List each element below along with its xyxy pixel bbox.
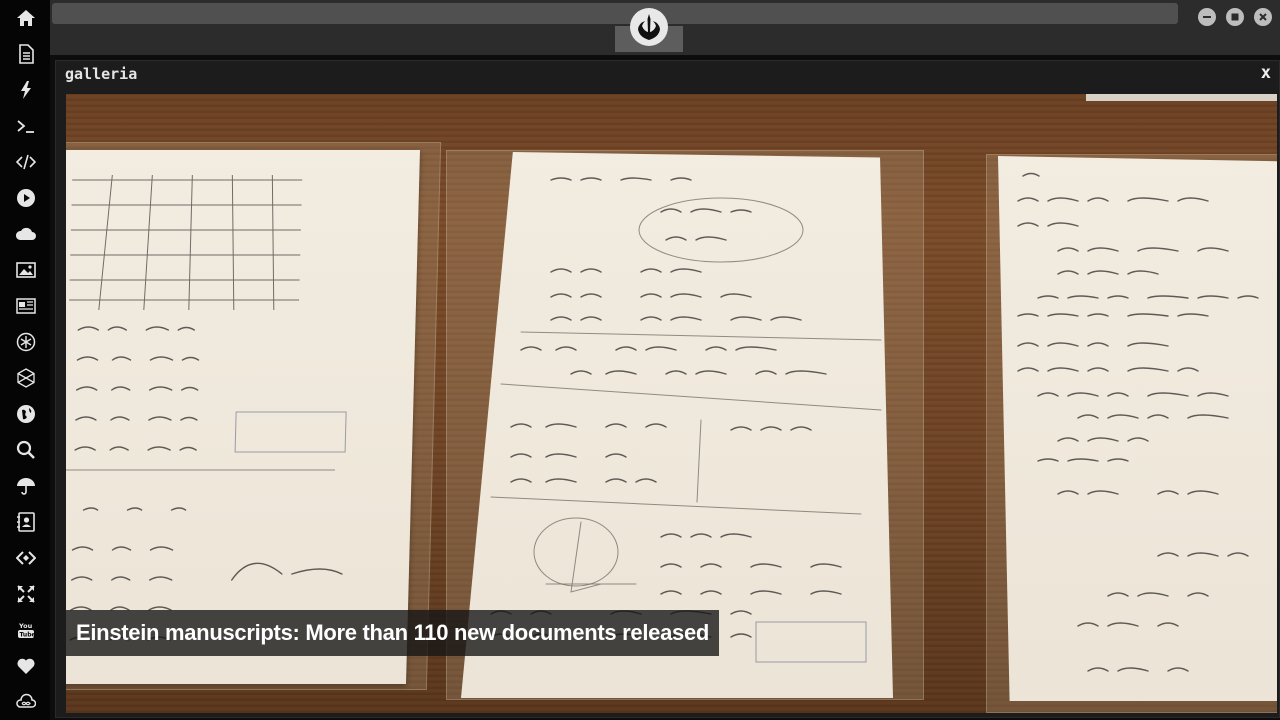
- heart-icon[interactable]: [13, 653, 39, 679]
- window-title: galleria: [65, 65, 138, 83]
- hexagon-icon[interactable]: [13, 365, 39, 391]
- manuscript-page-right: [998, 156, 1277, 701]
- close-icon[interactable]: [1254, 8, 1272, 26]
- umbrella-icon[interactable]: [13, 473, 39, 499]
- globe-icon[interactable]: [13, 401, 39, 427]
- contacts-icon[interactable]: [13, 509, 39, 535]
- infinity-cloud-icon[interactable]: [13, 689, 39, 715]
- expand-icon[interactable]: [13, 581, 39, 607]
- maximize-icon[interactable]: [1226, 8, 1244, 26]
- diamond-code-icon[interactable]: [13, 545, 39, 571]
- rebel-alliance-icon[interactable]: [630, 8, 668, 46]
- image-icon[interactable]: [13, 257, 39, 283]
- address-bar[interactable]: [52, 3, 1178, 24]
- minimize-icon[interactable]: [1198, 8, 1216, 26]
- svg-text:Tube: Tube: [20, 632, 36, 639]
- window-close-button[interactable]: x: [1261, 63, 1271, 83]
- search-icon[interactable]: [13, 437, 39, 463]
- image-edge: [1086, 94, 1277, 101]
- home-icon[interactable]: [13, 5, 39, 31]
- manuscript-page-left: [66, 150, 420, 684]
- newspaper-icon[interactable]: [13, 293, 39, 319]
- terminal-icon[interactable]: [13, 113, 39, 139]
- snowflake-icon[interactable]: [13, 329, 39, 355]
- image-caption: Einstein manuscripts: More than 110 new …: [66, 610, 720, 656]
- sidebar: You Tube: [0, 0, 50, 720]
- caption-text: Einstein manuscripts: More than 110 new …: [76, 620, 710, 645]
- code-icon[interactable]: [13, 149, 39, 175]
- youtube-icon[interactable]: You Tube: [13, 617, 39, 643]
- play-icon[interactable]: [13, 185, 39, 211]
- lightning-icon[interactable]: [13, 77, 39, 103]
- document-icon[interactable]: [13, 41, 39, 67]
- cloud-icon[interactable]: [13, 221, 39, 247]
- svg-text:You: You: [18, 622, 33, 630]
